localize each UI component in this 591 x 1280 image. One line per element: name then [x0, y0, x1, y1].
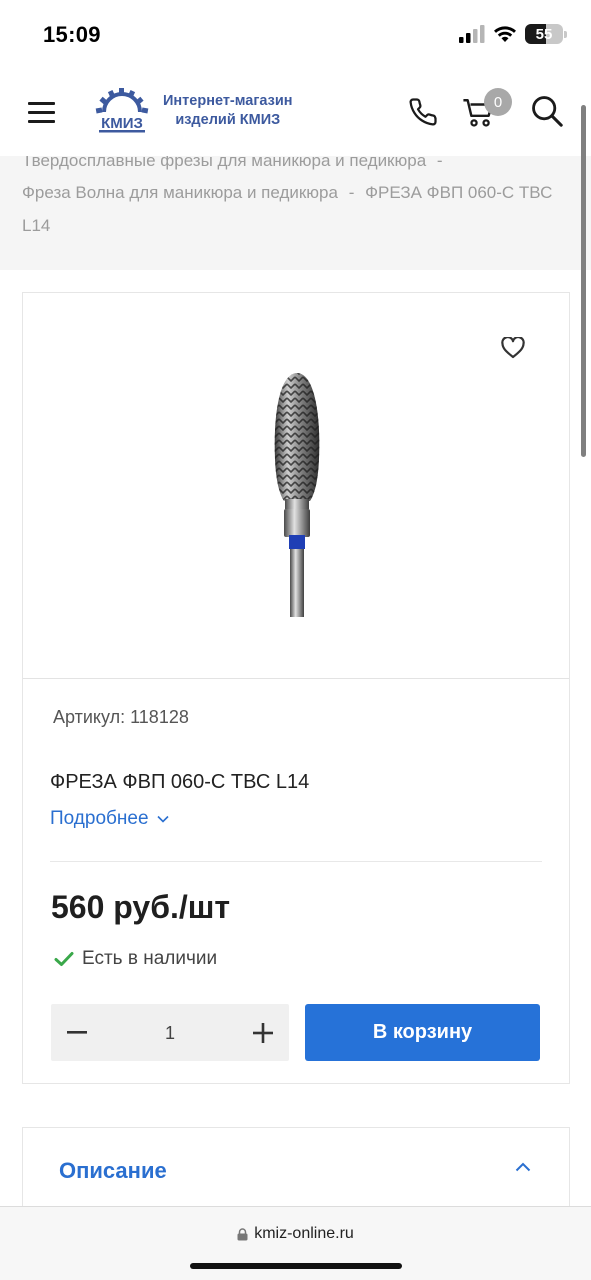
product-image[interactable] — [255, 369, 339, 621]
decrease-button[interactable] — [51, 1004, 103, 1061]
details-link[interactable]: Подробнее — [50, 808, 169, 830]
chevron-up-icon — [515, 1162, 531, 1172]
battery-icon: 55 — [525, 24, 563, 44]
quantity-stepper — [51, 1004, 289, 1061]
chevron-down-icon — [156, 815, 169, 823]
add-to-cart-button[interactable]: В корзину — [305, 1004, 540, 1061]
stock-status: Есть в наличии — [54, 948, 217, 970]
plus-icon — [253, 1022, 273, 1043]
breadcrumb-item-subcategory[interactable]: Фреза Волна для маникюра и педикюра — [22, 183, 338, 202]
minus-icon — [67, 1030, 87, 1034]
quantity-input[interactable] — [121, 1018, 219, 1048]
browser-url-bar: kmiz-online.ru — [0, 1206, 591, 1280]
logo-line-1: Интернет-магазин — [163, 93, 293, 109]
breadcrumb: Твердосплавные фрезы для маникюра и педи… — [0, 156, 591, 270]
breadcrumb-line-3: L14 — [22, 216, 50, 236]
sku: Артикул: 118128 — [53, 707, 189, 728]
lock-icon — [237, 1227, 248, 1240]
product-card: Артикул: 118128 ФРЕЗА ФВП 060-С ТВС L14 … — [22, 292, 570, 1084]
product-name: ФРЕЗА ФВП 060-С ТВС L14 — [50, 771, 310, 793]
description-title: Описание — [59, 1158, 167, 1183]
breadcrumb-current-wrap: L14 — [22, 216, 51, 235]
url-field[interactable]: kmiz-online.ru — [0, 1225, 591, 1243]
site-logo[interactable]: КМИЗ Интернет-магазин изделий КМИЗ — [95, 88, 293, 134]
stock-text: Есть в наличии — [82, 948, 218, 969]
price: 560 руб./шт — [51, 889, 231, 925]
status-icons: 55 — [459, 24, 567, 44]
logo-line-2: изделий КМИЗ — [175, 112, 281, 128]
battery-level: 55 — [535, 25, 553, 43]
site-header: КМИЗ Интернет-магазин изделий КМИЗ 0 — [0, 72, 591, 156]
heart-icon[interactable] — [501, 336, 525, 364]
breadcrumb-separator: - — [436, 156, 443, 170]
sku-label: Артикул: — [53, 707, 126, 727]
breadcrumb-line-2: Фреза Волна для маникюра и педикюра - ФР… — [22, 183, 552, 203]
search-icon[interactable] — [530, 94, 564, 133]
phone-icon[interactable] — [408, 96, 438, 133]
cellular-signal-icon — [459, 25, 485, 43]
status-bar: 15:09 55 — [0, 0, 591, 72]
divider — [50, 861, 542, 862]
cart-icon[interactable]: 0 — [462, 88, 512, 132]
status-time: 15:09 — [43, 22, 101, 47]
logo-text: Интернет-магазин изделий КМИЗ — [163, 92, 293, 130]
page-scrollbar[interactable] — [581, 105, 586, 457]
wifi-icon — [494, 26, 516, 42]
breadcrumb-separator: - — [348, 183, 355, 202]
breadcrumb-item-current: ФРЕЗА ФВП 060-С ТВС — [365, 183, 553, 202]
product-image-area — [23, 293, 569, 679]
cart-count-badge: 0 — [484, 88, 512, 116]
logo-mark-text: КМИЗ — [101, 115, 143, 132]
breadcrumb-line-1: Твердосплавные фрезы для маникюра и педи… — [22, 156, 443, 171]
checkmark-icon — [54, 952, 74, 966]
url-text: kmiz-online.ru — [254, 1225, 354, 1242]
logo-mark: КМИЗ — [95, 88, 149, 133]
home-indicator — [190, 1263, 402, 1269]
details-label: Подробнее — [50, 808, 149, 829]
breadcrumb-item-category[interactable]: Твердосплавные фрезы для маникюра и педи… — [22, 156, 426, 170]
increase-button[interactable] — [237, 1004, 289, 1061]
sku-value: 118128 — [130, 707, 189, 727]
menu-icon[interactable] — [28, 100, 55, 124]
